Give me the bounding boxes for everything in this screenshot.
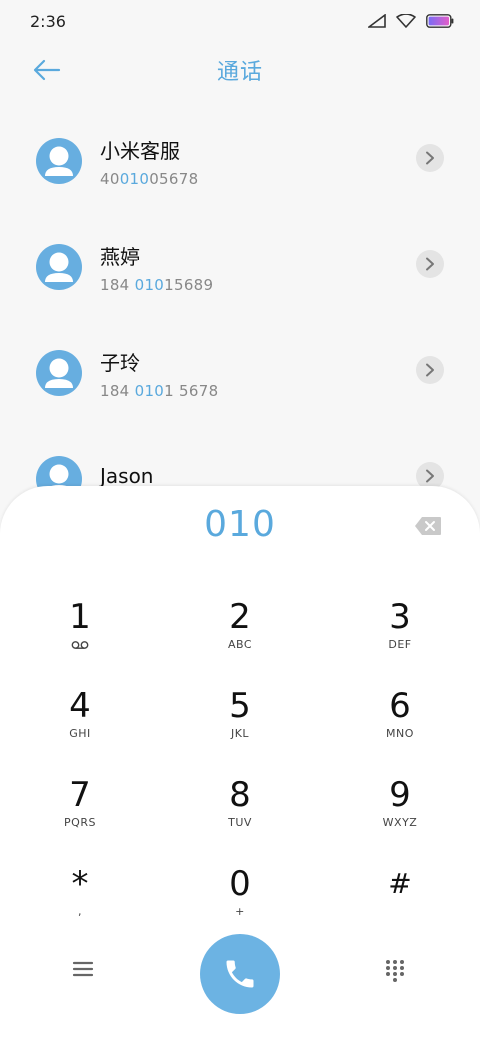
key-digit: 5 [229,686,251,726]
key-digit: 1 [69,597,91,637]
chevron-right-icon [426,151,434,165]
key-1[interactable]: 1 [0,596,160,685]
contact-name: 燕婷 [100,244,140,269]
key-7[interactable]: 7 PQRS [0,774,160,863]
key-digit: 6 [389,686,411,726]
key-6[interactable]: 6 MNO [320,685,480,774]
dial-number-display[interactable]: 010 [0,504,480,545]
chevron-right-icon [426,257,434,271]
contact-number: 4001005678 [100,169,199,188]
key-8[interactable]: 8 TUV [160,774,320,863]
key-4[interactable]: 4 GHI [0,685,160,774]
keypad-toggle-button[interactable] [384,959,406,983]
avatar [36,350,82,396]
contact-name: 子玲 [100,350,140,375]
contact-text: 小米客服 4001005678 [100,135,198,188]
key-digit: 2 [229,597,251,637]
key-digit: 4 [69,686,91,726]
chevron-right-icon [426,363,434,377]
menu-button[interactable] [72,960,98,982]
key-digit: 7 [69,775,91,815]
key-letters: MNO [386,727,414,740]
key-letters: JKL [230,727,250,740]
key-letters: , [78,905,82,918]
key-5[interactable]: 5 JKL [160,685,320,774]
contact-list: 小米客服 4001005678 燕婷 184 01015689 子玲 184 0… [0,108,480,532]
backspace-icon [415,517,441,535]
key-letters: + [235,905,245,918]
contact-text: 燕婷 184 01015689 [100,241,213,294]
keypad-icon [386,960,404,982]
key-letters: ABC [227,638,253,651]
person-icon [45,252,73,282]
backspace-button[interactable] [414,516,442,536]
key-digit: 0 [229,864,251,904]
contact-name: Jason [100,464,154,488]
key-9[interactable]: 9 WXYZ [320,774,480,863]
key-digit: # [388,867,412,900]
status-time: 2:36 [30,11,66,31]
status-bar: 2:36 [0,0,480,42]
key-digit: 8 [229,775,251,815]
call-button[interactable] [200,934,280,1014]
number-match: 010 [134,275,165,294]
key-digit: 9 [389,775,411,815]
cellular-signal-icon [368,14,386,28]
contact-detail-button[interactable] [416,250,444,278]
contact-detail-button[interactable] [416,356,444,384]
key-digit: 3 [389,597,411,637]
key-3[interactable]: 3 DEF [320,596,480,685]
header: 通话 [0,46,480,94]
key-letters: PQRS [64,816,96,829]
key-2[interactable]: 2 ABC [160,596,320,685]
key-letters: WXYZ [382,816,418,829]
key-letters: DEF [388,638,412,651]
wifi-icon [396,14,416,28]
back-arrow-icon [33,59,61,81]
keypad: 1 2 ABC 3 DEF 4 GHI 5 JKL 6 MNO 7 PQRS 8… [0,596,480,952]
key-digit: * [71,864,89,904]
contact-row[interactable]: 子玲 184 0101 5678 [0,320,480,426]
back-button[interactable] [30,54,64,86]
dial-panel: 010 1 2 ABC 3 DEF 4 GHI 5 JKL 6 MNO 7 PQ… [0,486,480,1040]
status-icons [368,14,454,28]
contact-number: 184 0101 5678 [100,381,219,400]
menu-icon [72,961,94,977]
contact-name: 小米客服 [100,138,180,163]
battery-icon [426,14,454,28]
phone-icon [226,960,254,988]
bottom-bar [0,932,480,1016]
avatar [36,138,82,184]
contact-text: 子玲 184 0101 5678 [100,347,218,400]
key-letters: GHI [69,727,91,740]
number-match: 010 [119,169,150,188]
person-icon [45,358,73,388]
contact-row[interactable]: 小米客服 4001005678 [0,108,480,214]
page-title: 通话 [216,60,263,85]
voicemail-icon [71,641,89,649]
person-icon [45,146,73,176]
key-letters: TUV [228,816,252,829]
number-match: 010 [134,381,165,400]
avatar [36,244,82,290]
contact-detail-button[interactable] [416,144,444,172]
chevron-right-icon [426,469,434,483]
contact-number: 184 01015689 [100,275,214,294]
contact-row[interactable]: 燕婷 184 01015689 [0,214,480,320]
